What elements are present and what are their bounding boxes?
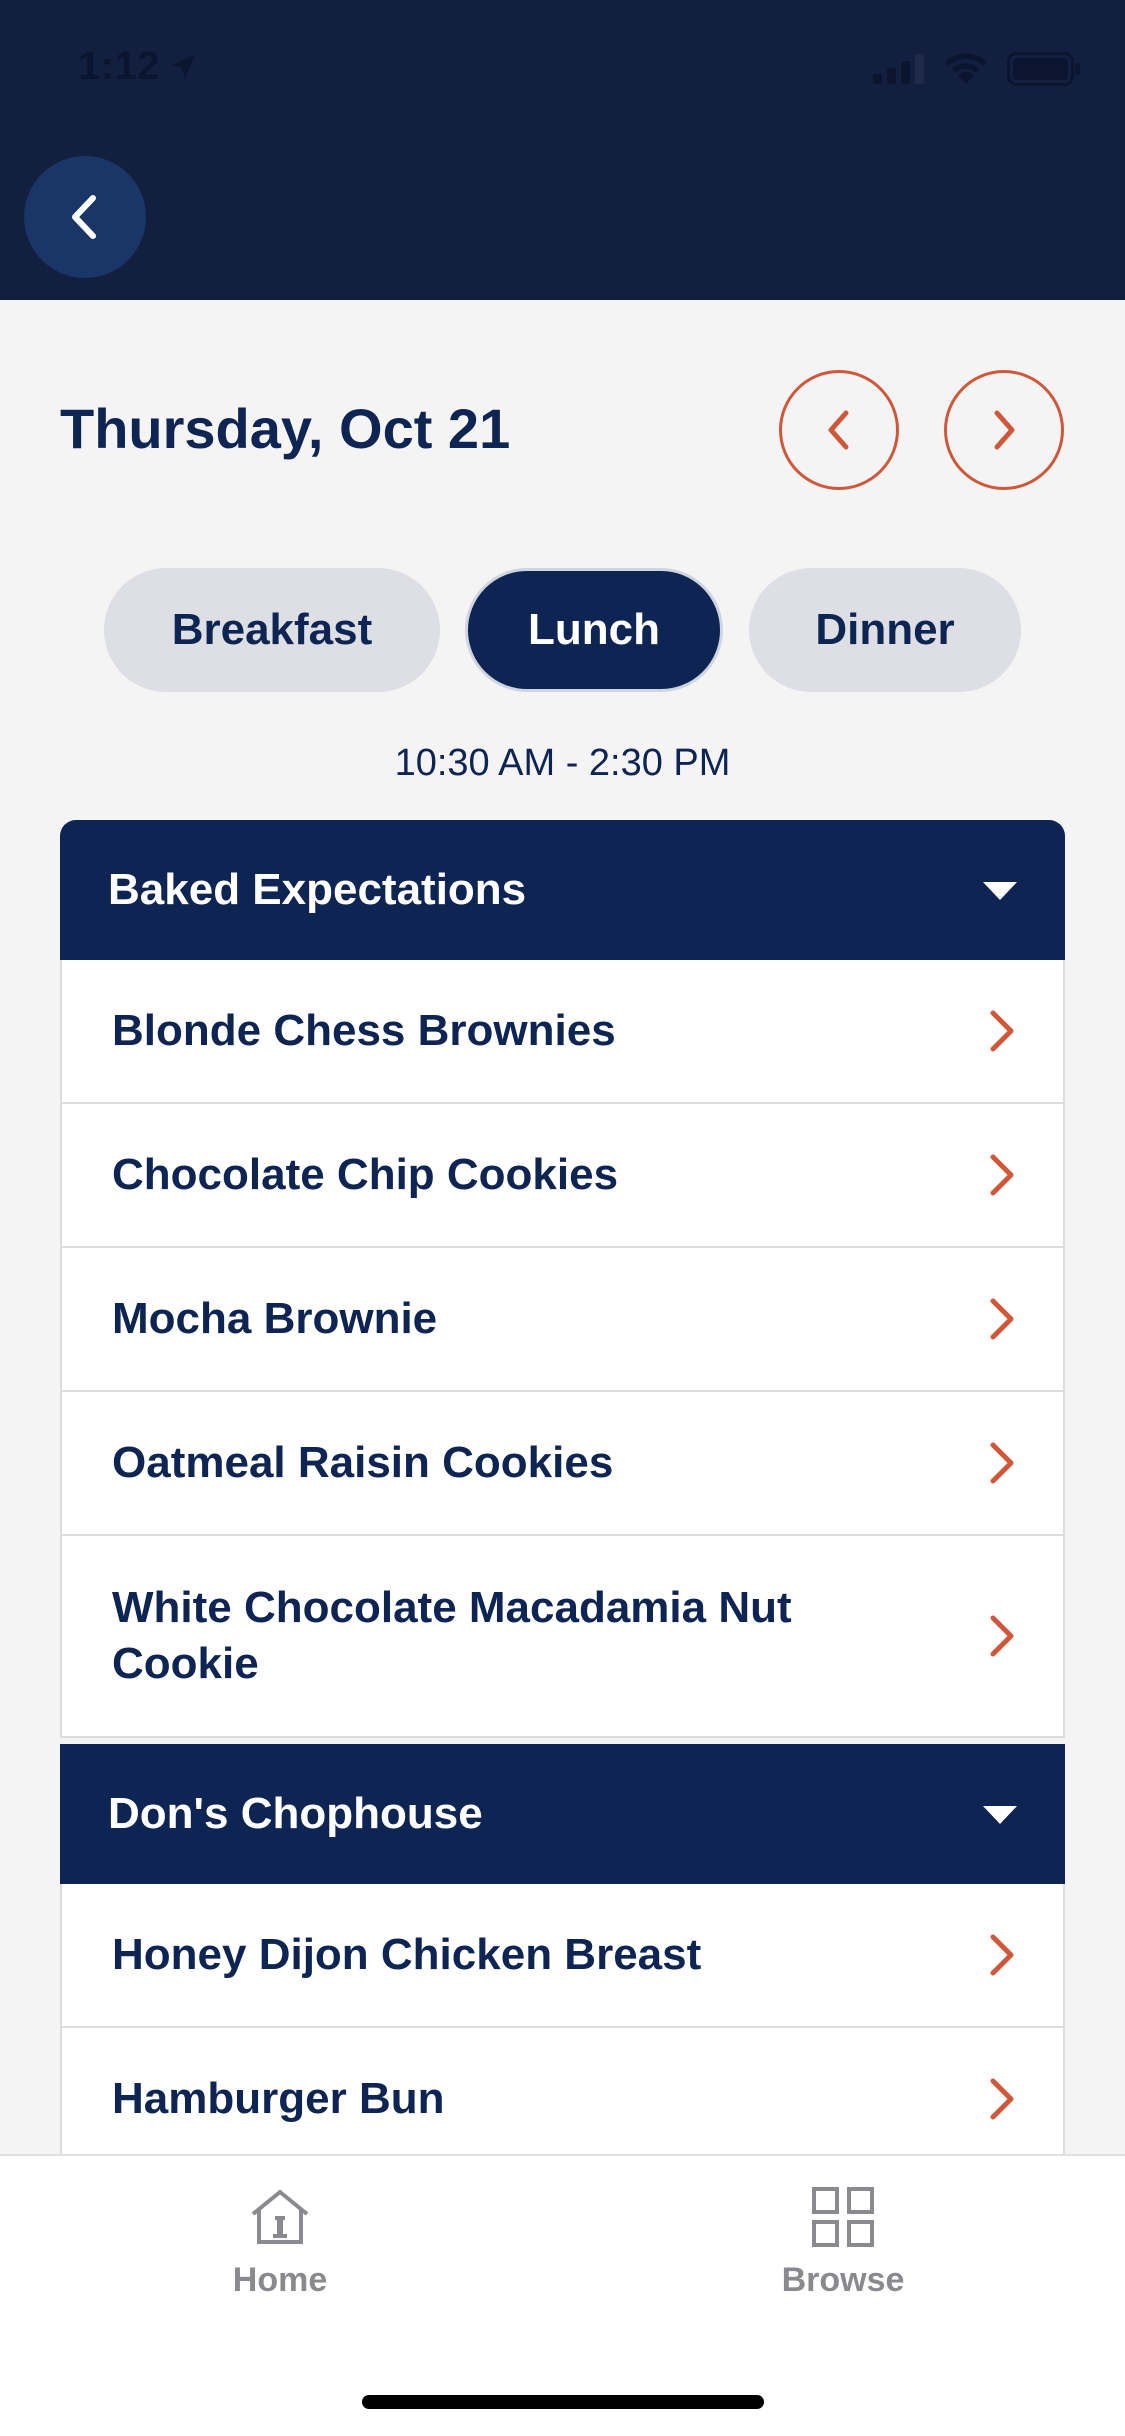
tab-dinner[interactable]: Dinner <box>749 568 1021 692</box>
section-header-dons-chophouse[interactable]: Don's Chophouse <box>60 1744 1065 1884</box>
chevron-right-icon <box>990 2078 1014 2120</box>
cellular-signal-icon <box>873 54 924 84</box>
menu-item-label: Chocolate Chip Cookies <box>112 1150 619 1199</box>
menu-item[interactable]: Chocolate Chip Cookies <box>60 1104 1065 1248</box>
chevron-left-icon <box>828 410 849 450</box>
section-header-baked-expectations[interactable]: Baked Expectations <box>60 820 1065 960</box>
tab-lunch[interactable]: Lunch <box>465 568 723 692</box>
grid-icon <box>812 2187 874 2247</box>
chevron-right-icon <box>990 1442 1014 1484</box>
caret-down-icon <box>983 882 1017 900</box>
location-arrow-icon <box>171 54 196 79</box>
menu-item-label: White Chocolate Macadamia Nut Cookie <box>112 1583 792 1688</box>
chevron-right-icon <box>990 1615 1014 1657</box>
date-title: Thursday, Oct 21 <box>60 397 511 460</box>
menu-item-label: Mocha Brownie <box>112 1294 438 1343</box>
app-header: 1:12 <box>0 0 1125 300</box>
menu-content[interactable]: Thursday, Oct 21 Breakfast Lunch Dinner … <box>0 300 1125 2154</box>
status-time-text: 1:12 <box>78 44 161 88</box>
tab-browse[interactable]: Browse <box>743 2186 943 2300</box>
menu-item-label: Hamburger Bun <box>112 2074 445 2123</box>
menu-item[interactable]: Blonde Chess Brownies <box>60 960 1065 1104</box>
menu-item[interactable]: Mocha Brownie <box>60 1248 1065 1392</box>
home-indicator <box>362 2395 764 2409</box>
chevron-left-icon <box>72 195 96 239</box>
chevron-right-icon <box>994 410 1015 450</box>
menu-item[interactable]: Hamburger Bun <box>60 2028 1065 2154</box>
tab-home-label: Home <box>232 2261 328 2299</box>
tab-browse-label: Browse <box>781 2261 905 2299</box>
chevron-right-icon <box>990 1934 1014 1976</box>
status-time: 1:12 <box>78 44 198 89</box>
battery-icon <box>1007 52 1080 86</box>
caret-down-icon <box>983 1806 1017 1824</box>
menu-item-label: Honey Dijon Chicken Breast <box>112 1930 702 1979</box>
menu-item-label: Blonde Chess Brownies <box>112 1006 616 1055</box>
tab-breakfast[interactable]: Breakfast <box>104 568 440 692</box>
section-title: Don's Chophouse <box>108 1789 483 1838</box>
status-icons <box>873 52 1081 86</box>
menu-item-label: Oatmeal Raisin Cookies <box>112 1438 614 1487</box>
wifi-icon <box>945 53 987 84</box>
meal-hours: 10:30 AM - 2:30 PM <box>394 742 731 784</box>
back-button[interactable] <box>24 156 146 278</box>
menu-item[interactable]: Oatmeal Raisin Cookies <box>60 1392 1065 1536</box>
home-icon <box>251 2190 309 2244</box>
previous-day-button[interactable] <box>779 370 899 490</box>
chevron-right-icon <box>990 1010 1014 1052</box>
chevron-right-icon <box>990 1154 1014 1196</box>
section-title: Baked Expectations <box>108 865 527 914</box>
chevron-right-icon <box>990 1298 1014 1340</box>
menu-item[interactable]: White Chocolate Macadamia Nut Cookie <box>60 1536 1065 1738</box>
bottom-tab-bar: Home Browse <box>0 2154 1125 2436</box>
next-day-button[interactable] <box>944 370 1064 490</box>
menu-item[interactable]: Honey Dijon Chicken Breast <box>60 1884 1065 2028</box>
tab-home[interactable]: Home <box>180 2186 380 2300</box>
